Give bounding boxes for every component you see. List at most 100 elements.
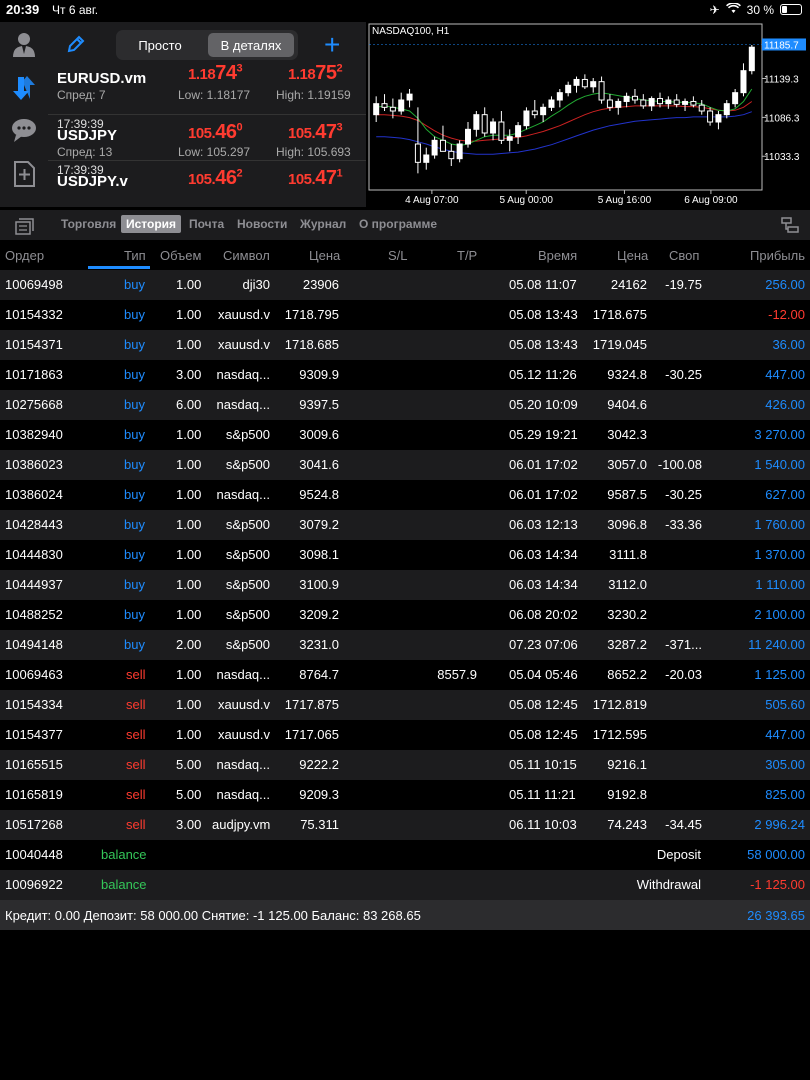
table-row[interactable]: 10428443 buy 1.00 s&p500 3079.2 06.03 12:13 30… xyxy=(0,510,810,540)
table-row[interactable]: 10154332 buy 1.00 xauusd.v 1718.795 05.08 13:… xyxy=(0,300,810,330)
cell-profit: 1 370.00 xyxy=(754,547,805,562)
table-row[interactable]: 10386024 buy 1.00 nasdaq... 9524.8 06.01 17:0… xyxy=(0,480,810,510)
quote-row[interactable]: EURUSD.vm Спред: 7 1.18743 1.18752 Low: 1.18… xyxy=(48,62,366,108)
tabs-bar: Торговля История Почта Новости Журнал О … xyxy=(0,210,810,240)
quotes-panel: Просто В деталях + EURUSD.vm Спред: 7 1.18… xyxy=(48,22,366,207)
cell-symbol: s&p500 xyxy=(225,457,270,472)
detailed-mode-button[interactable]: В деталях xyxy=(208,33,294,57)
clipboard-icon[interactable] xyxy=(14,217,34,240)
quote-ask[interactable]: 105.473 xyxy=(288,121,343,144)
layout-toggle-icon[interactable] xyxy=(780,216,800,239)
table-row[interactable]: 10096922 balance Withdrawal -1 125.00 xyxy=(0,870,810,900)
table-row[interactable]: 10171863 buy 3.00 nasdaq... 9309.9 05.12 11:2… xyxy=(0,360,810,390)
cell-comment: Deposit xyxy=(656,847,701,862)
candle-body xyxy=(423,154,430,163)
cell-time: 06.01 17:02 xyxy=(509,457,578,472)
quote-row[interactable]: 17:39:39 USDJPY Спред: 13 105.460 105.473 Low… xyxy=(48,114,366,160)
quote-bid[interactable]: 105.460 xyxy=(188,121,243,144)
cell-time: 05.08 13:43 xyxy=(509,337,578,352)
simple-mode-button[interactable]: Просто xyxy=(119,33,201,57)
tab-news[interactable]: Новости xyxy=(237,217,287,231)
table-row[interactable]: 10040448 balance Deposit 58 000.00 xyxy=(0,840,810,870)
quote-bid[interactable]: 1.18743 xyxy=(188,62,243,85)
table-row[interactable]: 10444937 buy 1.00 s&p500 3100.9 06.03 14:34 31… xyxy=(0,570,810,600)
col-tp[interactable]: T/P xyxy=(457,248,477,263)
cell-time: 05.20 10:09 xyxy=(509,397,578,412)
candle-body xyxy=(548,99,555,108)
ask-sup: 3 xyxy=(336,121,343,134)
table-row[interactable]: 10444830 buy 1.00 s&p500 3098.1 06.03 14:34 31… xyxy=(0,540,810,570)
cell-time: 06.08 20:02 xyxy=(509,607,578,622)
table-row[interactable]: 10275668 buy 6.00 nasdaq... 9397.5 05.20 10:0… xyxy=(0,390,810,420)
cell-open-price: 3079.2 xyxy=(299,517,339,532)
account-icon[interactable] xyxy=(8,28,40,60)
table-row[interactable]: 10382940 buy 1.00 s&p500 3009.6 05.29 19:21 30… xyxy=(0,420,810,450)
quote-symbol: USDJPY xyxy=(57,127,118,144)
col-sl[interactable]: S/L xyxy=(388,248,408,263)
tab-trade[interactable]: Торговля xyxy=(61,217,116,231)
quote-bid[interactable]: 105.462 xyxy=(188,167,243,190)
cell-symbol: xauusd.v xyxy=(217,697,270,712)
tab-mail[interactable]: Почта xyxy=(189,217,224,231)
cell-close-price: 3057.0 xyxy=(607,457,647,472)
cell-symbol: audjpy.vm xyxy=(212,817,271,832)
col-close-price[interactable]: Цена xyxy=(617,248,648,263)
table-row[interactable]: 10069463 sell 1.00 nasdaq... 8764.7 8557.9 05.… xyxy=(0,660,810,690)
tab-about[interactable]: О программе xyxy=(359,217,437,231)
cell-type: buy xyxy=(124,427,145,442)
tab-journal[interactable]: Журнал xyxy=(300,217,346,231)
cell-volume: 5.00 xyxy=(176,787,202,802)
table-row[interactable]: 10154377 sell 1.00 xauusd.v 1717.065 05.08 12… xyxy=(0,720,810,750)
cell-close-price: 9587.5 xyxy=(607,487,647,502)
cell-symbol: s&p500 xyxy=(225,547,270,562)
table-row[interactable]: 10154334 sell 1.00 xauusd.v 1717.875 05.08 12… xyxy=(0,690,810,720)
table-row[interactable]: 10154371 buy 1.00 xauusd.v 1718.685 05.08 13:… xyxy=(0,330,810,360)
candle-body xyxy=(523,110,530,127)
cell-order: 10154377 xyxy=(5,727,63,742)
cell-type: buy xyxy=(124,607,145,622)
chart-canvas[interactable]: NASDAQ100, H1 11139.3 11086.3 11033.3 11185… xyxy=(366,22,810,207)
table-row[interactable]: 10517268 sell 3.00 audjpy.vm 75.311 06.11 10:… xyxy=(0,810,810,840)
col-open-price[interactable]: Цена xyxy=(309,248,340,263)
trade-arrows-icon[interactable] xyxy=(8,72,40,104)
chat-icon[interactable] xyxy=(8,114,40,146)
candle-body xyxy=(473,114,480,130)
quote-spread: Спред: 7 xyxy=(57,88,106,102)
cell-order: 10171863 xyxy=(5,367,63,382)
cell-time: 05.11 10:15 xyxy=(509,757,577,772)
cell-close-price: 3111.8 xyxy=(609,547,647,562)
col-order[interactable]: Ордер xyxy=(5,248,44,263)
cell-time: 05.11 11:21 xyxy=(509,787,576,802)
quote-ask[interactable]: 1.18752 xyxy=(288,62,343,85)
candle-body xyxy=(506,136,513,141)
tab-history[interactable]: История xyxy=(121,215,182,233)
table-row[interactable]: 10165819 sell 5.00 nasdaq... 9209.3 05.11 11:… xyxy=(0,780,810,810)
candle-body xyxy=(490,121,497,134)
table-row[interactable]: 10494148 buy 2.00 s&p500 3231.0 07.23 07:06 32… xyxy=(0,630,810,660)
bid-big: 74 xyxy=(215,62,237,84)
col-type[interactable]: Тип xyxy=(124,248,146,263)
col-volume[interactable]: Объем xyxy=(160,248,201,263)
add-symbol-button[interactable]: + xyxy=(324,31,340,59)
candle-body xyxy=(723,103,730,116)
table-row[interactable]: 10386023 buy 1.00 s&p500 3041.6 06.01 17:02 30… xyxy=(0,450,810,480)
col-symbol[interactable]: Символ xyxy=(223,248,270,263)
quote-row[interactable]: 17:39:39 USDJPY.v 105.462 105.471 xyxy=(48,160,366,206)
chart-title: NASDAQ100, H1 xyxy=(372,26,450,37)
cell-profit: 2 996.24 xyxy=(754,817,805,832)
cell-close-price: 9404.6 xyxy=(607,397,647,412)
table-row[interactable]: 10488252 buy 1.00 s&p500 3209.2 06.08 20:02 32… xyxy=(0,600,810,630)
table-row[interactable]: 10165515 sell 5.00 nasdaq... 9222.2 05.11 10:… xyxy=(0,750,810,780)
status-date: Чт 6 авг. xyxy=(52,3,99,17)
cell-type: buy xyxy=(124,517,145,532)
candle-body xyxy=(465,128,471,145)
col-swap[interactable]: Своп xyxy=(669,248,699,263)
new-document-icon[interactable] xyxy=(8,158,40,190)
ask-big: 47 xyxy=(315,121,337,143)
quote-ask[interactable]: 105.471 xyxy=(288,167,343,190)
edit-pencil-icon[interactable] xyxy=(66,34,86,59)
price-chart[interactable]: NASDAQ100, H1 11139.3 11086.3 11033.3 11185… xyxy=(366,22,810,207)
col-profit[interactable]: Прибыль xyxy=(750,248,805,263)
table-row[interactable]: 10069498 buy 1.00 dji30 23906 05.08 11:07 2416… xyxy=(0,270,810,300)
col-time[interactable]: Время xyxy=(538,248,577,263)
